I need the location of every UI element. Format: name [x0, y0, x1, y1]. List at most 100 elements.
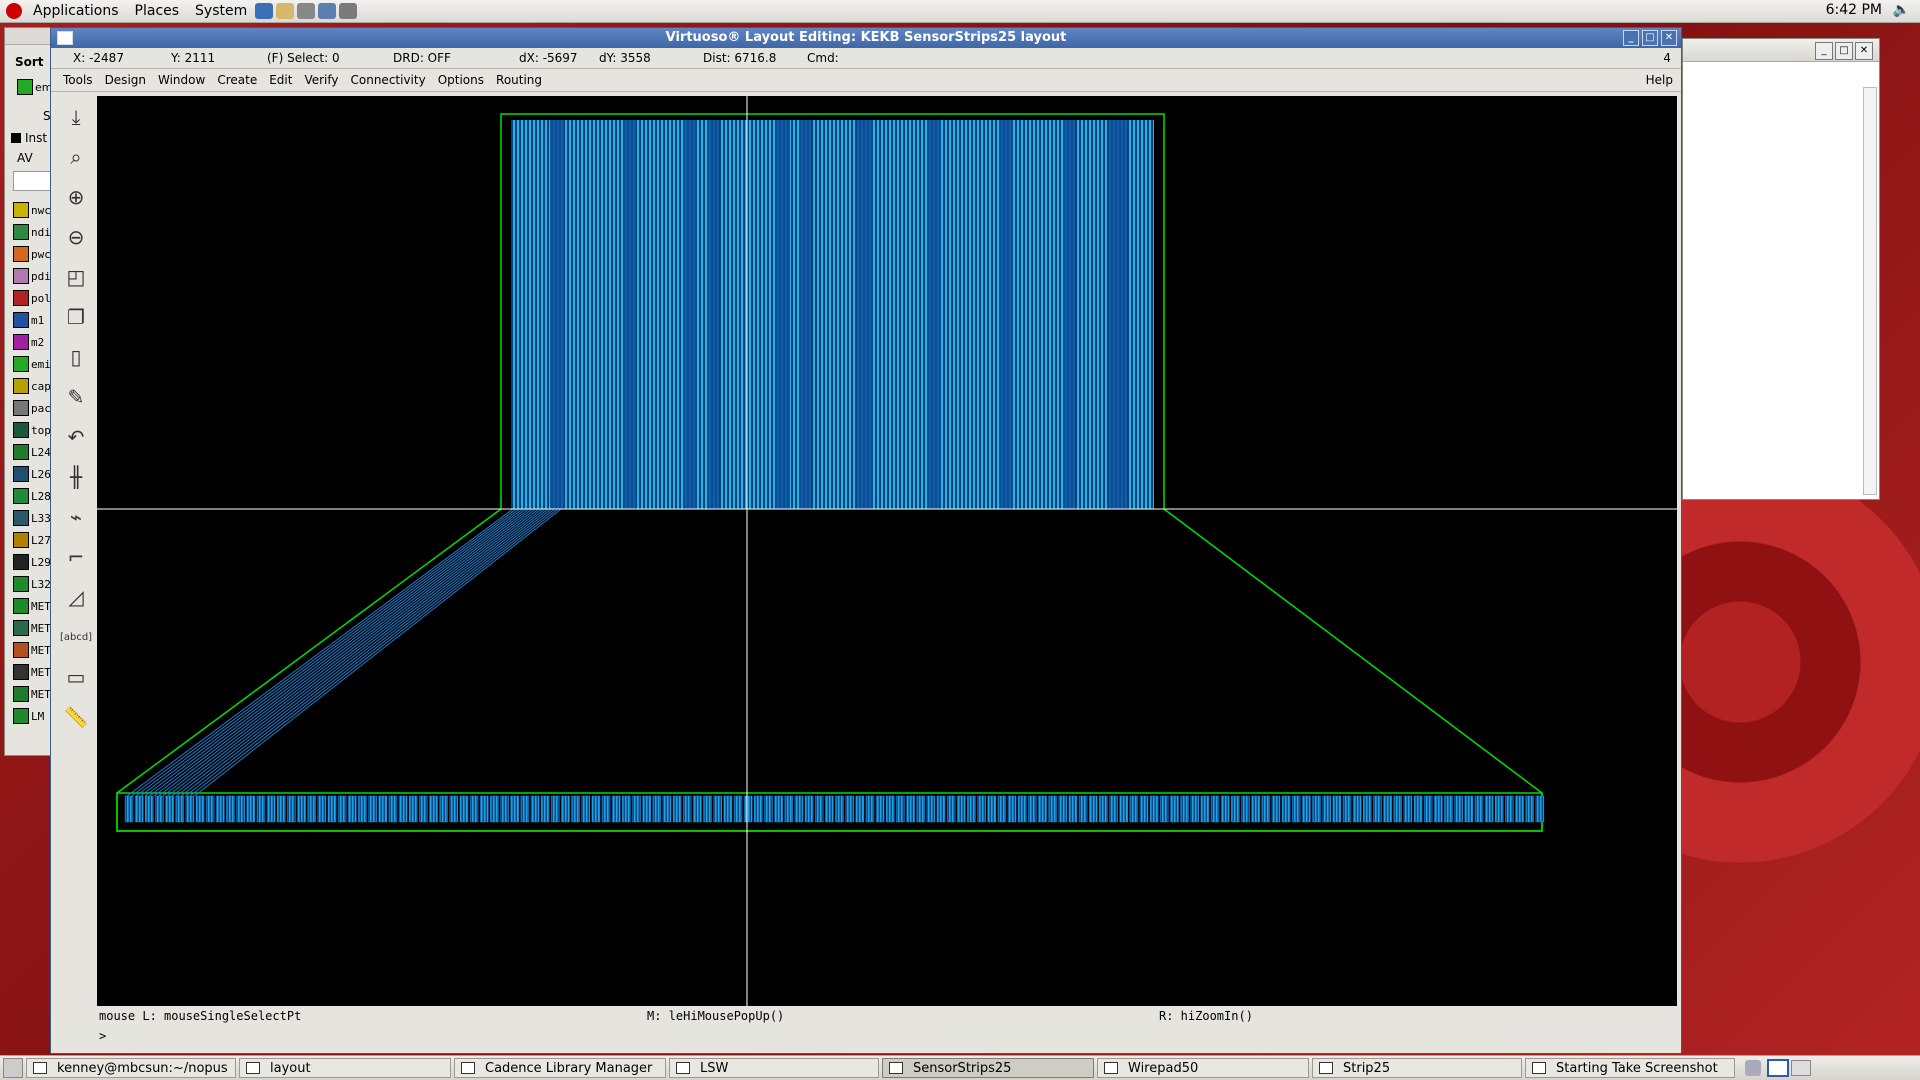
minimize-icon[interactable]: _ — [1623, 30, 1639, 46]
window-menu-icon[interactable] — [57, 31, 73, 45]
layer-row[interactable]: pac — [5, 397, 53, 419]
menu-tools[interactable]: Tools — [63, 73, 93, 87]
mail-icon[interactable] — [276, 3, 295, 19]
menu-routing[interactable]: Routing — [496, 73, 542, 87]
inst-checkbox[interactable] — [11, 133, 21, 143]
secondary-window-titlebar[interactable]: _ □ ✕ — [1683, 39, 1879, 62]
browser-icon[interactable] — [255, 3, 274, 19]
layer-label: L33 — [31, 511, 51, 525]
lsw-filter-input[interactable] — [13, 171, 53, 191]
workspace-2-icon[interactable] — [1791, 1060, 1811, 1076]
layer-row[interactable]: L26 — [5, 463, 53, 485]
editor-icon[interactable] — [297, 3, 316, 19]
menu-connectivity[interactable]: Connectivity — [351, 73, 426, 87]
bond-pad — [1444, 795, 1453, 823]
layer-row[interactable]: m1 — [5, 309, 53, 331]
ruler-icon[interactable]: 📏 — [59, 700, 93, 734]
taskbar-item[interactable]: LSW — [669, 1058, 879, 1078]
command-prompt[interactable]: > — [99, 1029, 106, 1043]
show-desktop-icon[interactable] — [3, 1058, 23, 1078]
move-icon[interactable]: ▯ — [59, 340, 93, 374]
presentation-icon[interactable] — [318, 3, 337, 19]
menu-help[interactable]: Help — [1646, 73, 1673, 87]
save-icon[interactable]: ⤓ — [59, 100, 93, 134]
clock[interactable]: 6:42 PM — [1826, 2, 1882, 18]
layer-row[interactable]: L29 — [5, 551, 53, 573]
trash-icon[interactable] — [1745, 1060, 1761, 1076]
menu-options[interactable]: Options — [438, 73, 484, 87]
layer-row[interactable]: pol — [5, 287, 53, 309]
layer-row[interactable]: top — [5, 419, 53, 441]
zoom-fit-icon[interactable]: ⌕ — [59, 140, 93, 174]
places-menu[interactable]: Places — [127, 3, 188, 19]
layer-row[interactable]: pwc — [5, 243, 53, 265]
layer-row[interactable]: m2 — [5, 331, 53, 353]
secondary-scrollbar[interactable] — [1863, 87, 1877, 495]
bond-pad — [632, 795, 641, 823]
taskbar-item[interactable]: layout — [239, 1058, 451, 1078]
rectangle-icon[interactable]: ▭ — [59, 660, 93, 694]
minimize-icon[interactable]: _ — [1815, 42, 1833, 60]
undo-icon[interactable]: ↶ — [59, 420, 93, 454]
menu-edit[interactable]: Edit — [269, 73, 292, 87]
applications-menu[interactable]: Applications — [25, 3, 127, 19]
network-icon[interactable] — [339, 3, 358, 19]
taskbar-item[interactable]: Strip25 — [1312, 1058, 1522, 1078]
layer-row[interactable]: emi — [5, 353, 53, 375]
path-icon[interactable]: ╫ — [59, 460, 93, 494]
layer-row[interactable]: L28 — [5, 485, 53, 507]
bond-pad — [1149, 795, 1159, 823]
wire-icon[interactable]: ⌁ — [59, 500, 93, 534]
layer-row[interactable]: MET — [5, 683, 53, 705]
stretch-icon[interactable]: ◰ — [59, 260, 93, 294]
layer-row[interactable]: cap — [5, 375, 53, 397]
layer-row[interactable]: L24 — [5, 441, 53, 463]
polygon-icon[interactable]: ⌐ — [59, 540, 93, 574]
ruler-pencil-icon[interactable]: ✎ — [59, 380, 93, 414]
layer-row[interactable]: L27 — [5, 529, 53, 551]
close-icon[interactable]: ✕ — [1855, 42, 1873, 60]
bond-pad — [1484, 795, 1494, 823]
taskbar-item[interactable]: Cadence Library Manager — [454, 1058, 666, 1078]
layer-row[interactable]: LM — [5, 705, 53, 727]
menu-create[interactable]: Create — [217, 73, 257, 87]
instance-icon[interactable]: ◿ — [59, 580, 93, 614]
taskbar-item[interactable]: Wirepad50 — [1097, 1058, 1309, 1078]
layout-canvas[interactable] — [97, 96, 1677, 1006]
layer-row[interactable]: ndi — [5, 221, 53, 243]
workspace-1-icon[interactable] — [1767, 1059, 1789, 1077]
taskbar-item[interactable]: SensorStrips25 — [882, 1058, 1094, 1078]
current-layer[interactable]: em — [17, 79, 53, 95]
maximize-icon[interactable]: □ — [1835, 42, 1853, 60]
label-icon[interactable]: [abcd] — [59, 620, 93, 654]
maximize-icon[interactable]: □ — [1642, 30, 1658, 46]
menu-design[interactable]: Design — [105, 73, 146, 87]
layer-row[interactable]: MET — [5, 661, 53, 683]
inst-toggle[interactable]: Inst — [11, 131, 53, 145]
layer-row[interactable]: L32 — [5, 573, 53, 595]
layer-row[interactable]: L33 — [5, 507, 53, 529]
zoom-in-icon[interactable]: ⊕ — [59, 180, 93, 214]
taskbar-item[interactable]: Starting Take Screenshot — [1525, 1058, 1735, 1078]
virtuoso-titlebar[interactable]: Virtuoso® Layout Editing: KEKB SensorStr… — [51, 28, 1681, 48]
sort-button[interactable]: Sort — [15, 55, 53, 69]
zoom-out-icon[interactable]: ⊖ — [59, 220, 93, 254]
lsw-titlebar[interactable] — [5, 28, 53, 45]
taskbar-item[interactable]: kenney@mbcsun:~/nopus — [26, 1058, 236, 1078]
bond-pad — [601, 795, 611, 823]
layer-row[interactable]: MET — [5, 639, 53, 661]
menu-verify[interactable]: Verify — [304, 73, 338, 87]
copy-icon[interactable]: ❐ — [59, 300, 93, 334]
layer-row[interactable]: MET — [5, 617, 53, 639]
layer-row[interactable]: nwc — [5, 199, 53, 221]
layer-row[interactable]: MET — [5, 595, 53, 617]
close-icon[interactable]: ✕ — [1661, 30, 1677, 46]
bond-pad — [825, 795, 834, 823]
menu-window[interactable]: Window — [158, 73, 205, 87]
volume-icon[interactable]: 🔈 — [1893, 2, 1910, 18]
redhat-icon[interactable] — [6, 3, 22, 19]
system-menu[interactable]: System — [187, 3, 255, 19]
av-button[interactable]: AV — [17, 151, 53, 165]
bond-pad — [337, 795, 347, 823]
layer-row[interactable]: pdi — [5, 265, 53, 287]
